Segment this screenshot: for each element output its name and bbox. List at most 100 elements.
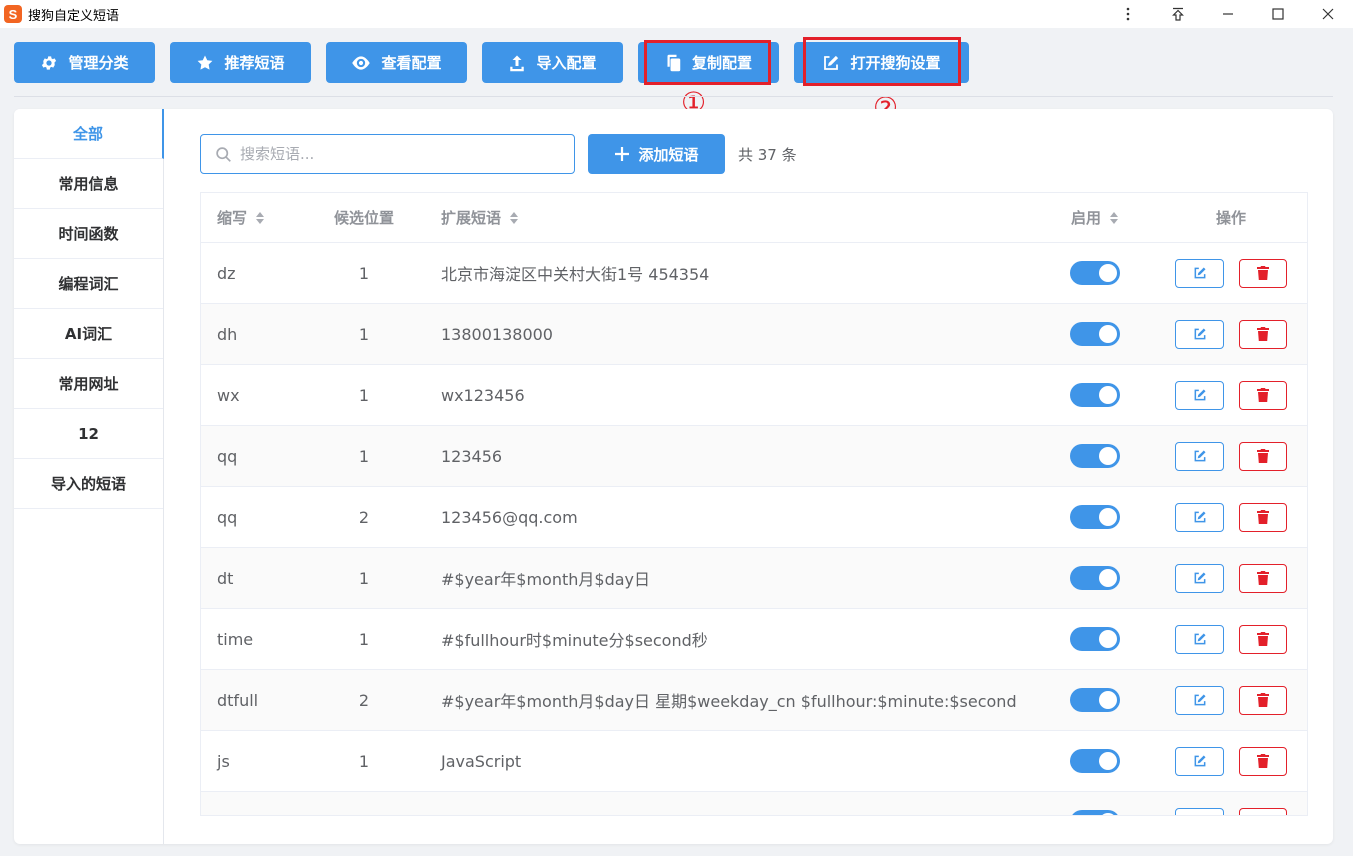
edit-button[interactable] <box>1175 807 1224 815</box>
total-count: 共 37 条 <box>738 146 797 164</box>
minimize-button[interactable] <box>1203 0 1253 28</box>
cell-enabled <box>1035 261 1155 285</box>
edit-icon <box>1194 450 1206 462</box>
header-position-label: 候选位置 <box>333 209 394 227</box>
recommended-phrases-label: 推荐短语 <box>224 54 285 72</box>
cell-enabled <box>1035 505 1155 529</box>
delete-button[interactable] <box>1239 319 1287 349</box>
highlight-copy-config <box>644 40 771 85</box>
cell-actions <box>1155 319 1307 349</box>
window-title: 搜狗自定义短语 <box>28 8 120 24</box>
enabled-toggle[interactable] <box>1070 627 1120 651</box>
enabled-toggle[interactable] <box>1070 444 1120 468</box>
edit-button[interactable] <box>1175 319 1224 349</box>
cell-position: 1 <box>358 629 370 649</box>
trash-icon <box>1257 266 1269 280</box>
trash-icon <box>1257 632 1269 646</box>
header-abbr[interactable]: 缩写 <box>201 207 312 228</box>
header-actions: 操作 <box>1155 207 1307 228</box>
enabled-toggle[interactable] <box>1070 322 1120 346</box>
table-row: qq 2 123456@qq.com <box>201 487 1307 548</box>
maximize-button[interactable] <box>1253 0 1303 28</box>
close-button[interactable] <box>1303 0 1353 28</box>
enabled-toggle[interactable] <box>1070 261 1120 285</box>
enabled-toggle[interactable] <box>1070 383 1120 407</box>
star-icon <box>198 55 213 70</box>
enabled-toggle[interactable] <box>1070 566 1120 590</box>
delete-button[interactable] <box>1239 746 1287 776</box>
table-row: dtfull 2 #$year年$month月$day日 星期$weekday_… <box>201 670 1307 731</box>
recommended-phrases-button[interactable]: 推荐短语 <box>170 42 311 83</box>
sidebar-item-time-functions[interactable]: 时间函数 <box>14 209 163 259</box>
sidebar-item-ai-terms[interactable]: AI词汇 <box>14 309 163 359</box>
delete-button[interactable] <box>1239 502 1287 532</box>
delete-button[interactable] <box>1239 258 1287 288</box>
cell-expansion: wx123456 <box>441 385 525 405</box>
edit-button[interactable] <box>1175 685 1224 715</box>
search-input[interactable] <box>240 145 560 163</box>
trash-icon <box>1257 449 1269 463</box>
header-enabled-label: 启用 <box>1070 209 1101 227</box>
cell-expansion: 123456 <box>441 446 503 466</box>
cell-expansion: 13800138000 <box>441 324 553 344</box>
add-phrase-button[interactable]: 添加短语 <box>588 134 725 174</box>
eye-icon <box>352 55 371 70</box>
manage-categories-button[interactable]: 管理分类 <box>14 42 155 83</box>
edit-button[interactable] <box>1175 441 1224 471</box>
cell-abbr: dt <box>217 568 234 588</box>
highlight-open-settings <box>803 37 961 86</box>
trash-icon <box>1257 571 1269 585</box>
edit-button[interactable] <box>1175 746 1224 776</box>
cell-actions <box>1155 685 1307 715</box>
delete-button[interactable] <box>1239 563 1287 593</box>
more-options-button[interactable] <box>1103 0 1153 28</box>
sidebar-item-imported[interactable]: 导入的短语 <box>14 459 163 509</box>
trash-icon <box>1257 327 1269 341</box>
header-expansion[interactable]: 扩展短语 <box>416 207 1035 228</box>
sort-icon <box>1110 211 1118 224</box>
header-enabled[interactable]: 启用 <box>1035 207 1155 228</box>
cell-enabled <box>1035 810 1155 815</box>
sidebar-item-12[interactable]: 12 <box>14 409 163 459</box>
delete-button[interactable] <box>1239 685 1287 715</box>
sidebar-item-common-urls[interactable]: 常用网址 <box>14 359 163 409</box>
edit-icon <box>1194 694 1206 706</box>
pin-top-button[interactable] <box>1153 0 1203 28</box>
sidebar-item-all[interactable]: 全部 <box>14 109 164 159</box>
sidebar-item-common-info[interactable]: 常用信息 <box>14 159 163 209</box>
table-row: dt 1 #$year年$month月$day日 <box>201 548 1307 609</box>
cell-actions <box>1155 380 1307 410</box>
edit-icon <box>1194 511 1206 523</box>
cell-position: 1 <box>358 324 370 344</box>
table-row: qq 1 123456 <box>201 426 1307 487</box>
edit-button[interactable] <box>1175 258 1224 288</box>
sogou-logo-icon: S <box>4 5 22 23</box>
cell-abbr: qq <box>217 507 238 527</box>
delete-button[interactable] <box>1239 380 1287 410</box>
cell-position: 1 <box>358 385 370 405</box>
edit-button[interactable] <box>1175 380 1224 410</box>
edit-button[interactable] <box>1175 563 1224 593</box>
enabled-toggle[interactable] <box>1070 749 1120 773</box>
sidebar-item-programming[interactable]: 编程词汇 <box>14 259 163 309</box>
table-row: dh 1 13800138000 <box>201 304 1307 365</box>
cell-abbr: js <box>217 751 230 771</box>
header-expansion-label: 扩展短语 <box>441 209 502 227</box>
delete-button[interactable] <box>1239 441 1287 471</box>
table-header: 缩写 候选位置 扩展短语 启用 操作 <box>201 193 1307 243</box>
cell-actions <box>1155 502 1307 532</box>
delete-button[interactable] <box>1239 624 1287 654</box>
edit-button[interactable] <box>1175 502 1224 532</box>
edit-button[interactable] <box>1175 624 1224 654</box>
cell-abbr: time <box>217 629 254 649</box>
import-config-button[interactable]: 导入配置 <box>482 42 623 83</box>
enabled-toggle[interactable] <box>1070 505 1120 529</box>
cell-enabled <box>1035 444 1155 468</box>
window-controls <box>1103 0 1353 28</box>
edit-icon <box>1194 328 1206 340</box>
cell-position: 2 <box>358 507 370 527</box>
enabled-toggle[interactable] <box>1070 688 1120 712</box>
enabled-toggle[interactable] <box>1070 810 1120 815</box>
view-config-button[interactable]: 查看配置 <box>326 42 467 83</box>
delete-button[interactable] <box>1239 807 1287 815</box>
